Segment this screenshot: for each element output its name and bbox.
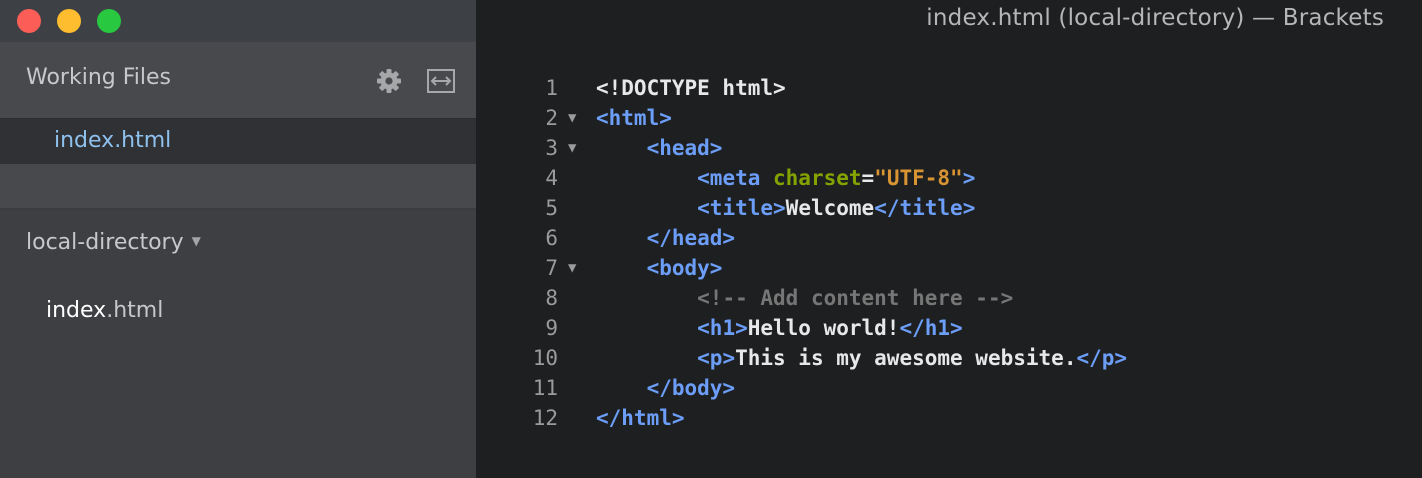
code-token: <html>: [596, 106, 672, 130]
close-window-button[interactable]: [17, 9, 41, 33]
code-line[interactable]: 2 ▼ <html>: [476, 103, 1422, 133]
line-number: 8: [545, 286, 558, 310]
code-token: </h1>: [899, 316, 963, 340]
code-token: <body>: [646, 256, 723, 280]
code-token: <title>: [697, 196, 786, 220]
code-token: This is my awesome website.: [735, 346, 1077, 370]
code-token: </p>: [1076, 346, 1128, 370]
code-token: <meta: [697, 166, 774, 190]
code-token: <head>: [646, 136, 723, 160]
fold-toggle-icon[interactable]: ▼: [568, 103, 584, 133]
code-line[interactable]: 6 </head>: [476, 223, 1422, 253]
code-token: >: [962, 166, 976, 190]
code-token: <h1>: [697, 316, 748, 340]
code-token: <p>: [697, 346, 736, 370]
code-line[interactable]: 7 ▼ <body>: [476, 253, 1422, 283]
tree-file-item[interactable]: index.html: [46, 298, 163, 323]
code-text: </body>: [596, 373, 736, 403]
code-line[interactable]: 8 <!-- Add content here -->: [476, 283, 1422, 313]
gear-icon[interactable]: [374, 66, 404, 96]
file-extension: .html: [106, 298, 164, 323]
code-token: Welcome: [785, 196, 875, 220]
line-number: 2: [545, 106, 558, 130]
line-number: 9: [545, 316, 558, 340]
line-number: 4: [545, 166, 558, 190]
working-files-header: Working Files: [0, 42, 476, 118]
working-file-item[interactable]: index.html: [54, 128, 171, 153]
working-files-list: index.html: [0, 118, 476, 166]
fold-toggle-icon[interactable]: ▼: [568, 133, 584, 163]
code-text: <p>This is my awesome website.</p>: [596, 343, 1127, 373]
brackets-window: index.html (local-directory) — Brackets …: [0, 0, 1422, 478]
file-name: index: [46, 298, 107, 323]
line-number: 5: [545, 196, 558, 220]
code-token: charset: [773, 166, 862, 190]
code-line[interactable]: 3 ▼ <head>: [476, 133, 1422, 163]
code-token: </title>: [874, 196, 976, 220]
fold-toggle-icon[interactable]: ▼: [568, 253, 584, 283]
sidebar: Working Files index.html local-directory…: [0, 42, 476, 478]
code-text: <h1>Hello world!</h1>: [596, 313, 963, 343]
line-number: 10: [532, 346, 558, 370]
code-text: <meta charset="UTF-8">: [596, 163, 975, 193]
code-line[interactable]: 9 <h1>Hello world!</h1>: [476, 313, 1422, 343]
sidebar-separator: [0, 164, 476, 210]
code-text: <!-- Add content here -->: [596, 283, 1013, 313]
code-token: "UTF-8": [874, 166, 963, 190]
minimize-window-button[interactable]: [57, 9, 81, 33]
code-line[interactable]: 4 <meta charset="UTF-8">: [476, 163, 1422, 193]
line-number: 1: [545, 76, 558, 100]
code-text: <html>: [596, 103, 672, 133]
code-text: <title>Welcome</title>: [596, 193, 975, 223]
line-number: 3: [545, 136, 558, 160]
code-token: </head>: [646, 226, 736, 250]
code-token: Hello world!: [747, 316, 900, 340]
code-token: </body>: [646, 376, 736, 400]
code-text: <!DOCTYPE html>: [596, 73, 786, 103]
code-line[interactable]: 1 <!DOCTYPE html>: [476, 73, 1422, 103]
code-token: <!-- Add content here -->: [697, 286, 1014, 310]
code-text: </html>: [596, 403, 685, 433]
project-dropdown[interactable]: local-directory ▼: [26, 230, 201, 255]
code-token: </html>: [596, 406, 685, 430]
project-title: local-directory: [26, 230, 184, 255]
working-files-title: Working Files: [26, 65, 171, 90]
line-number: 12: [532, 406, 558, 430]
title-bar[interactable]: index.html (local-directory) — Brackets: [0, 0, 1422, 42]
code-text: <head>: [596, 133, 723, 163]
split-view-icon[interactable]: [426, 67, 456, 95]
code-line[interactable]: 10 <p>This is my awesome website.</p>: [476, 343, 1422, 373]
code-editor[interactable]: 1 <!DOCTYPE html> 2 ▼ <html> 3 ▼ <head> 4 <meta…: [476, 42, 1422, 478]
code-line[interactable]: 12 </html>: [476, 403, 1422, 433]
code-line[interactable]: 11 </body>: [476, 373, 1422, 403]
code-line[interactable]: 5 <title>Welcome</title>: [476, 193, 1422, 223]
zoom-window-button[interactable]: [97, 9, 121, 33]
window-title: index.html (local-directory) — Brackets: [926, 5, 1384, 31]
line-number: 7: [545, 256, 558, 280]
caret-down-icon: ▼: [191, 234, 201, 248]
project-file-tree: local-directory ▼ index.html: [0, 210, 476, 478]
code-text: <body>: [596, 253, 723, 283]
code-token: <!DOCTYPE html>: [596, 76, 786, 100]
line-number: 11: [532, 376, 558, 400]
line-number: 6: [545, 226, 558, 250]
code-text: </head>: [596, 223, 736, 253]
code-token: =: [861, 166, 875, 190]
